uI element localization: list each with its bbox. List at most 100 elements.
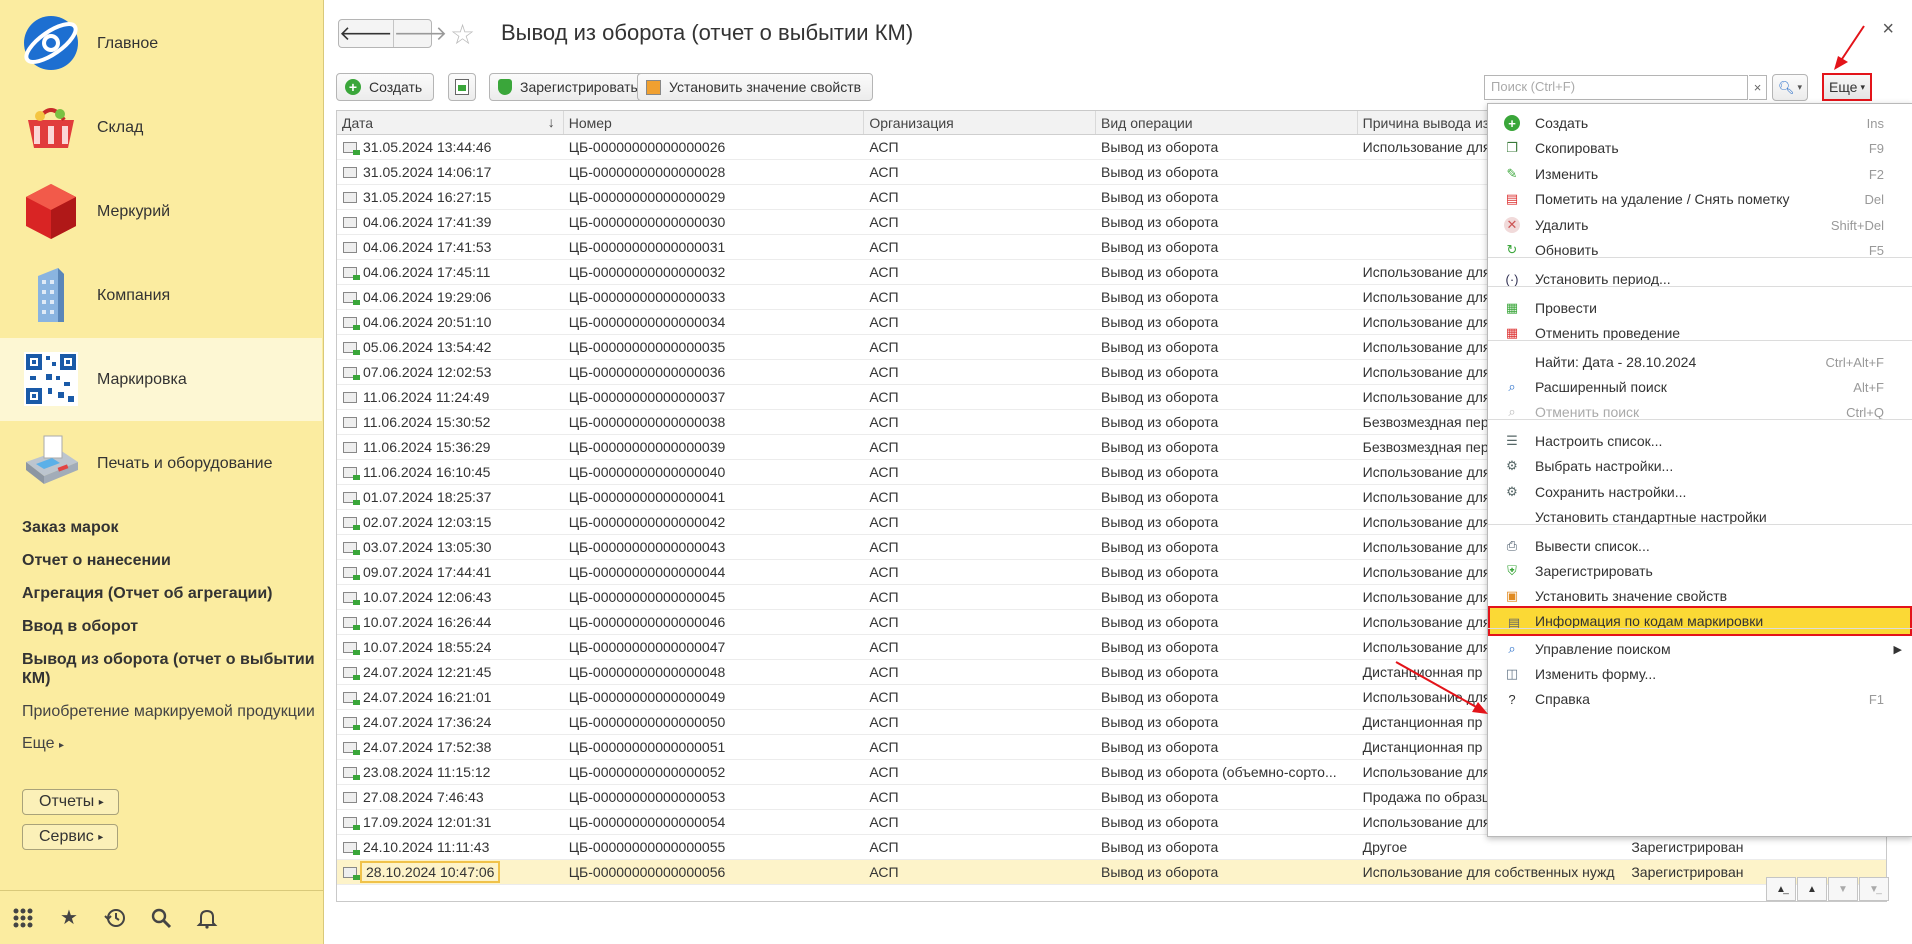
sort-down-icon: ↓ bbox=[547, 114, 555, 130]
cell-operation: Вывод из оборота bbox=[1101, 564, 1219, 580]
cell-organization: АСП bbox=[869, 239, 899, 255]
cell-date: 31.05.2024 16:27:15 bbox=[337, 189, 564, 205]
column-operation[interactable]: Вид операции bbox=[1096, 111, 1358, 134]
cell-number: ЦБ-00000000000000035 bbox=[568, 339, 726, 355]
back-arrow-icon[interactable]: 🡐 bbox=[339, 20, 393, 47]
table-row[interactable]: 24.10.2024 11:11:43 ЦБ-00000000000000055 А… bbox=[337, 835, 1886, 860]
cell-number: ЦБ-00000000000000049 bbox=[568, 689, 726, 705]
document-posted-icon bbox=[343, 616, 360, 630]
close-icon[interactable]: × bbox=[1882, 18, 1894, 41]
link-put-into-circulation[interactable]: Ввод в оборот bbox=[22, 617, 322, 636]
qr-code-icon bbox=[24, 352, 78, 406]
cell-organization: АСП bbox=[869, 289, 899, 305]
document-posted-icon bbox=[343, 691, 360, 705]
cell-number: ЦБ-00000000000000026 bbox=[568, 139, 726, 155]
section-warehouse[interactable]: Склад bbox=[0, 86, 322, 169]
document-posted-icon bbox=[343, 266, 360, 280]
document-posted-icon bbox=[343, 641, 360, 655]
menu-item[interactable]: ▦ Отменить проведение bbox=[1488, 318, 1912, 348]
cell-organization: АСП bbox=[869, 414, 899, 430]
scroll-bottom-icon[interactable]: ▼̲ bbox=[1859, 877, 1889, 901]
section-print-equipment[interactable]: Печать и оборудование bbox=[0, 422, 322, 505]
link-application-report[interactable]: Отчет о нанесении bbox=[22, 551, 322, 570]
column-number[interactable]: Номер bbox=[564, 111, 865, 134]
cell-operation: Вывод из оборота bbox=[1101, 439, 1219, 455]
cell-organization: АСП bbox=[869, 139, 899, 155]
column-date[interactable]: Дата ↓ bbox=[337, 111, 564, 134]
plus-circle-icon: + bbox=[1504, 115, 1520, 131]
link-purchase-marked[interactable]: Приобретение маркируемой продукции bbox=[22, 702, 322, 721]
history-icon[interactable] bbox=[104, 907, 126, 929]
cell-operation: Вывод из оборота bbox=[1101, 514, 1219, 530]
set-properties-button[interactable]: Установить значение свойств bbox=[637, 73, 874, 101]
cell-date: 24.07.2024 17:52:38 bbox=[337, 739, 564, 755]
cell-operation: Вывод из оборота bbox=[1101, 314, 1219, 330]
cell-date: 24.07.2024 12:21:45 bbox=[337, 664, 564, 680]
cell-number: ЦБ-00000000000000043 bbox=[568, 539, 726, 555]
menu-separator bbox=[1488, 628, 1912, 629]
cell-organization: АСП bbox=[869, 664, 899, 680]
document-posted-icon bbox=[343, 541, 360, 555]
cell-organization: АСП bbox=[869, 539, 899, 555]
menu-item[interactable]: ▤ Информация по кодам маркировки bbox=[1488, 606, 1912, 636]
cell-reason: Другое bbox=[1362, 839, 1408, 855]
document-posted-icon bbox=[343, 466, 360, 480]
section-marking[interactable]: Маркировка bbox=[0, 338, 322, 421]
scroll-down-icon[interactable]: ▼ bbox=[1828, 877, 1858, 901]
menu-item[interactable]: Установить стандартные настройки bbox=[1488, 502, 1912, 532]
forward-arrow-icon[interactable]: 🡒 bbox=[392, 20, 447, 47]
bell-icon[interactable] bbox=[196, 907, 218, 929]
register-button[interactable]: Зарегистрировать bbox=[489, 73, 650, 101]
cell-organization: АСП bbox=[869, 189, 899, 205]
cell-number: ЦБ-00000000000000054 bbox=[568, 814, 726, 830]
table-row[interactable]: 28.10.2024 10:47:06 ЦБ-00000000000000056 А… bbox=[337, 860, 1886, 885]
search-options-button[interactable]: 🔍︎ ▾ bbox=[1772, 74, 1808, 101]
column-organization[interactable]: Организация bbox=[864, 111, 1097, 134]
cell-number: ЦБ-00000000000000046 bbox=[568, 614, 726, 630]
section-links: Заказ марок Отчет о нанесении Агрегация … bbox=[22, 518, 322, 753]
cell-number: ЦБ-00000000000000050 bbox=[568, 714, 726, 730]
cell-organization: АСП bbox=[869, 714, 899, 730]
create-button[interactable]: + Создать bbox=[336, 73, 435, 101]
menu-item[interactable]: (·) Установить период... bbox=[1488, 264, 1912, 294]
mark-delete-icon: ▤ bbox=[1505, 191, 1519, 206]
cell-organization: АСП bbox=[869, 689, 899, 705]
cell-number: ЦБ-00000000000000032 bbox=[568, 264, 726, 280]
cell-number: ЦБ-00000000000000029 bbox=[568, 189, 726, 205]
menu-item[interactable]: ↻ Обновить F5 bbox=[1488, 235, 1912, 265]
section-main[interactable]: Главное bbox=[0, 2, 322, 85]
document-unposted-icon bbox=[343, 241, 357, 253]
cell-operation: Вывод из оборота bbox=[1101, 614, 1219, 630]
section-label: Меркурий bbox=[97, 202, 171, 220]
section-mercury[interactable]: Меркурий bbox=[0, 170, 322, 253]
favorites-star-icon[interactable]: ★ bbox=[58, 907, 80, 929]
menu-separator bbox=[1488, 524, 1912, 525]
cell-operation: Вывод из оборота bbox=[1101, 789, 1219, 805]
cell-organization: АСП bbox=[869, 764, 899, 780]
section-label: Склад bbox=[97, 118, 144, 136]
link-aggregation[interactable]: Агрегация (Отчет об агрегации) bbox=[22, 584, 322, 603]
search-icon[interactable] bbox=[150, 907, 172, 929]
menu-item[interactable]: ⌕ Отменить поиск Ctrl+Q bbox=[1488, 397, 1912, 427]
link-withdrawal[interactable]: Вывод из оборота (отчет о выбытии КМ) bbox=[22, 650, 322, 688]
favorite-star-icon[interactable]: ☆ bbox=[450, 18, 475, 51]
document-posted-icon bbox=[343, 591, 360, 605]
scroll-top-icon[interactable]: ▲̲ bbox=[1766, 877, 1796, 901]
scroll-up-icon[interactable]: ▲ bbox=[1797, 877, 1827, 901]
reports-button[interactable]: Отчеты ▸ bbox=[22, 789, 119, 815]
document-posted-icon bbox=[343, 291, 360, 305]
search-input[interactable]: Поиск (Ctrl+F) bbox=[1484, 75, 1748, 100]
link-order-marks[interactable]: Заказ марок bbox=[22, 518, 322, 537]
copy-button[interactable] bbox=[448, 73, 476, 101]
history-navigation: 🡐 🡒 bbox=[338, 19, 447, 48]
more-button[interactable]: Еще ▾ bbox=[1822, 73, 1872, 101]
search-clear-icon[interactable]: × bbox=[1749, 75, 1767, 100]
cell-organization: АСП bbox=[869, 639, 899, 655]
apps-grid-icon[interactable] bbox=[12, 907, 34, 929]
cell-organization: АСП bbox=[869, 739, 899, 755]
sidebar-more-link[interactable]: Еще ▸ bbox=[22, 735, 64, 752]
menu-item[interactable]: ? Справка F1 bbox=[1488, 684, 1912, 714]
service-button[interactable]: Сервис ▸ bbox=[22, 824, 119, 850]
building-icon bbox=[38, 268, 64, 322]
section-company[interactable]: Компания bbox=[0, 254, 322, 337]
